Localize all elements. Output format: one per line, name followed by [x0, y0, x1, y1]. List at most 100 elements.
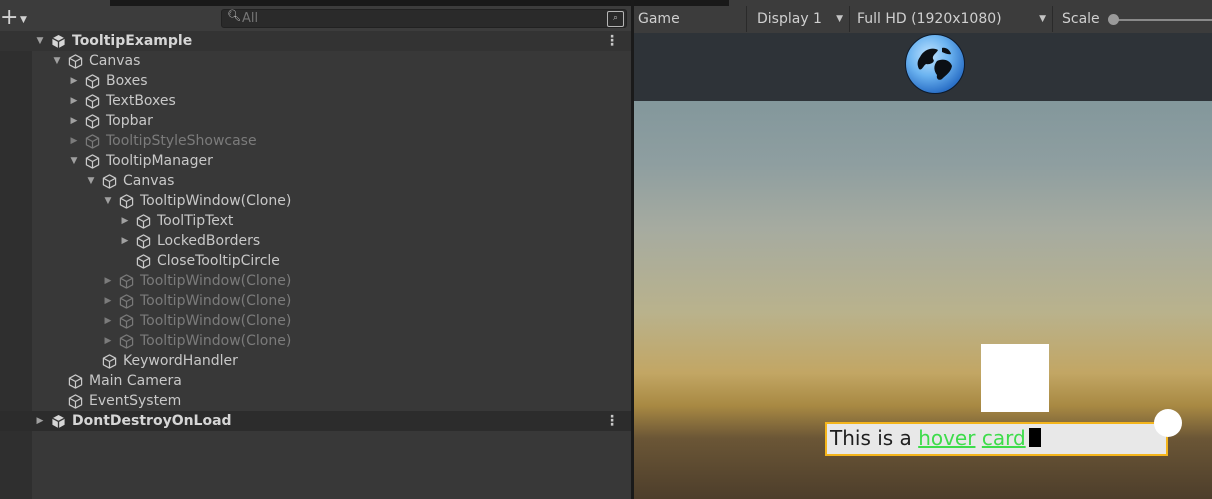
hierarchy-search[interactable]: 🔍︎ ⌕: [221, 9, 627, 28]
foldout-collapsed-icon[interactable]: ▶: [35, 411, 45, 431]
cube-icon: [85, 154, 100, 169]
foldout-expanded-icon[interactable]: ▼: [52, 51, 62, 71]
hover-card-keyword-hover[interactable]: hover: [918, 426, 975, 450]
hierarchy-row-label: TooltipWindow(Clone): [140, 313, 292, 329]
hierarchy-row[interactable]: ▶ TooltipWindow(Clone): [0, 311, 631, 331]
cube-icon: [119, 334, 134, 349]
globe-continents: [917, 47, 952, 80]
foldout-expanded-icon[interactable]: ▼: [103, 191, 113, 211]
hierarchy-tree: ▼ TooltipExample ⋮ ▼ Canvas ▶ Boxes ▶ TextBoxes ▶…: [0, 31, 631, 431]
hierarchy-row[interactable]: ▶ Boxes: [0, 71, 631, 91]
foldout-collapsed-icon[interactable]: ▶: [69, 91, 79, 111]
cube-icon: [136, 254, 151, 269]
hierarchy-row-label: LockedBorders: [157, 233, 261, 249]
hierarchy-row[interactable]: ▼ Canvas: [0, 51, 631, 71]
close-tooltip-circle[interactable]: [1154, 409, 1182, 437]
hierarchy-row[interactable]: KeywordHandler: [0, 351, 631, 371]
hierarchy-row-label: Boxes: [106, 73, 148, 89]
hierarchy-row[interactable]: ▶ LockedBorders: [0, 231, 631, 251]
foldout-collapsed-icon[interactable]: ▶: [69, 71, 79, 91]
hierarchy-row-label: TextBoxes: [106, 93, 176, 109]
game-view-label: Game: [638, 11, 680, 27]
foldout-expanded-icon[interactable]: ▼: [86, 171, 96, 191]
cube-icon: [102, 174, 117, 189]
kebab-menu-icon[interactable]: ⋮: [605, 31, 619, 51]
unity-scene-icon: [51, 34, 66, 49]
unity-scene-icon: [51, 414, 66, 429]
display-dropdown[interactable]: Display 1 ▼: [753, 6, 850, 32]
hierarchy-row[interactable]: ▼ TooltipManager: [0, 151, 631, 171]
foldout-collapsed-icon[interactable]: ▶: [69, 111, 79, 131]
game-toolbar: Game Display 1 ▼ Full HD (1920x1080) ▼ S…: [634, 6, 1212, 33]
cube-icon: [85, 114, 100, 129]
cube-icon: [85, 94, 100, 109]
foldout-collapsed-icon[interactable]: ▶: [103, 271, 113, 291]
hierarchy-row[interactable]: ▶ TooltipWindow(Clone): [0, 291, 631, 311]
hierarchy-row[interactable]: EventSystem: [0, 391, 631, 411]
game-view-dropdown[interactable]: Game: [634, 6, 747, 32]
hierarchy-scene-row[interactable]: ▼ TooltipExample ⋮: [0, 31, 631, 51]
scale-slider-handle[interactable]: [1108, 14, 1119, 25]
hover-card-tooltip[interactable]: This is a hover card: [825, 422, 1168, 456]
hierarchy-row-label: TooltipWindow(Clone): [140, 293, 292, 309]
display-label: Display 1: [757, 11, 822, 27]
cube-icon: [119, 314, 134, 329]
hierarchy-row-label: Topbar: [106, 113, 153, 129]
hierarchy-row[interactable]: ▼ TooltipWindow(Clone): [0, 191, 631, 211]
search-filter-icon[interactable]: ⌕: [607, 11, 624, 27]
hierarchy-row[interactable]: CloseTooltipCircle: [0, 251, 631, 271]
scale-slider-track[interactable]: [1110, 19, 1212, 21]
hierarchy-row-label: TooltipExample: [72, 33, 193, 49]
hierarchy-row[interactable]: ▶ TooltipWindow(Clone): [0, 271, 631, 291]
kebab-menu-icon[interactable]: ⋮: [605, 411, 619, 431]
hierarchy-panel: +▼ 🔍︎ ⌕ ▼TooltipExample⋮▼Canvas▶Boxes▶Te…: [0, 0, 631, 499]
hierarchy-row-label: ToolTipText: [157, 213, 234, 229]
hierarchy-row-label: TooltipStyleShowcase: [106, 133, 257, 149]
foldout-collapsed-icon[interactable]: ▶: [103, 331, 113, 351]
tooltip-target-box[interactable]: [981, 344, 1049, 412]
resolution-dropdown[interactable]: Full HD (1920x1080) ▼: [853, 6, 1053, 32]
foldout-collapsed-icon[interactable]: ▶: [120, 231, 130, 251]
foldout-expanded-icon[interactable]: ▼: [35, 31, 45, 51]
game-panel: Game Display 1 ▼ Full HD (1920x1080) ▼ S…: [634, 0, 1212, 499]
hierarchy-row[interactable]: ▶ ToolTipText: [0, 211, 631, 231]
resolution-label: Full HD (1920x1080): [857, 11, 1002, 27]
foldout-collapsed-icon[interactable]: ▶: [103, 311, 113, 331]
cube-icon: [85, 134, 100, 149]
hierarchy-row-label: DontDestroyOnLoad: [72, 413, 232, 429]
hierarchy-row-label: TooltipWindow(Clone): [140, 193, 292, 209]
hierarchy-row-label: Canvas: [89, 53, 141, 69]
hierarchy-row-label: EventSystem: [89, 393, 182, 409]
cube-icon: [119, 274, 134, 289]
cube-icon: [102, 354, 117, 369]
foldout-expanded-icon[interactable]: ▼: [69, 151, 79, 171]
hierarchy-row-label: Main Camera: [89, 373, 182, 389]
hierarchy-row[interactable]: Main Camera: [0, 371, 631, 391]
foldout-collapsed-icon[interactable]: ▶: [103, 291, 113, 311]
cube-icon: [68, 374, 83, 389]
scale-label-text: Scale: [1062, 11, 1100, 27]
chevron-down-icon: ▼: [20, 15, 27, 25]
hierarchy-row[interactable]: ▼ Canvas: [0, 171, 631, 191]
hierarchy-row[interactable]: ▶ Topbar: [0, 111, 631, 131]
hierarchy-row-label: TooltipWindow(Clone): [140, 273, 292, 289]
chevron-down-icon: ▼: [836, 14, 843, 24]
hierarchy-row[interactable]: ▶ TooltipWindow(Clone): [0, 331, 631, 351]
globe-icon[interactable]: [905, 34, 965, 94]
plus-icon: +: [0, 5, 19, 30]
cube-icon: [119, 194, 134, 209]
chevron-down-icon: ▼: [1039, 14, 1046, 24]
hierarchy-row-label: KeywordHandler: [123, 353, 238, 369]
search-icon: 🔍︎: [227, 9, 241, 22]
foldout-collapsed-icon[interactable]: ▶: [69, 131, 79, 151]
hover-card-keyword-card[interactable]: card: [982, 426, 1026, 450]
hierarchy-row[interactable]: ▶ TextBoxes: [0, 91, 631, 111]
hierarchy-row-label: TooltipWindow(Clone): [140, 333, 292, 349]
foldout-collapsed-icon[interactable]: ▶: [120, 211, 130, 231]
search-input[interactable]: [242, 10, 602, 27]
hierarchy-row[interactable]: ▶ TooltipStyleShowcase: [0, 131, 631, 151]
hierarchy-row-label: CloseTooltipCircle: [157, 253, 280, 269]
create-dropdown-button[interactable]: + ▼: [0, 5, 30, 30]
game-viewport[interactable]: This is a hover card: [634, 33, 1212, 499]
hierarchy-scene-row[interactable]: ▶ DontDestroyOnLoad ⋮: [0, 411, 631, 431]
